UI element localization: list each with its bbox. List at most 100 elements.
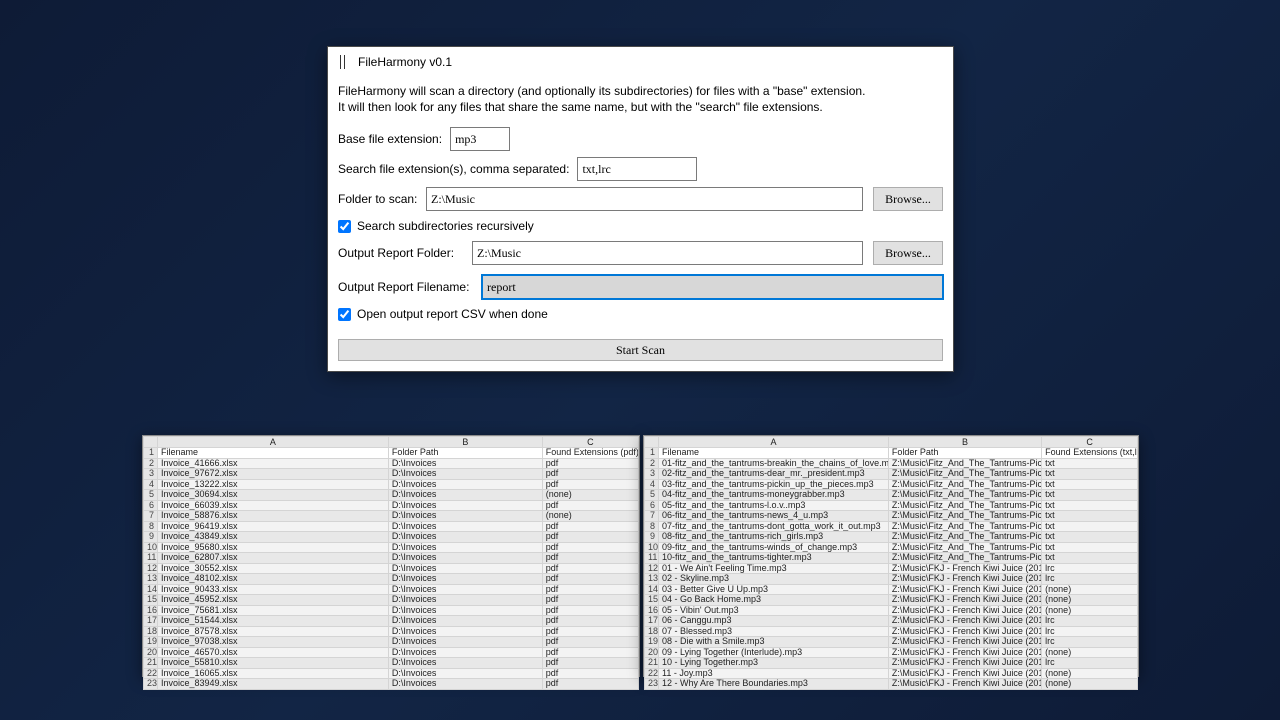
data-cell[interactable]: Z:\Music\FKJ - French Kiwi Juice (2017) — [888, 679, 1041, 690]
data-cell[interactable]: pdf — [542, 500, 638, 511]
data-cell[interactable]: pdf — [542, 605, 638, 616]
data-cell[interactable]: 08 - Die with a Smile.mp3 — [659, 637, 889, 648]
row-number[interactable]: 1 — [645, 448, 659, 459]
header-cell[interactable]: Filename — [659, 448, 889, 459]
data-cell[interactable]: D:\Invoices — [388, 626, 542, 637]
data-cell[interactable]: pdf — [542, 553, 638, 564]
row-number[interactable]: 6 — [645, 500, 659, 511]
data-cell[interactable]: Invoice_13222.xlsx — [158, 479, 389, 490]
data-cell[interactable]: pdf — [542, 616, 638, 627]
data-cell[interactable]: 03 - Better Give U Up.mp3 — [659, 584, 889, 595]
maximize-button[interactable]:  — [861, 47, 906, 77]
row-number[interactable]: 7 — [645, 511, 659, 522]
row-number[interactable]: 13 — [144, 574, 158, 585]
data-cell[interactable]: 05 - Vibin' Out.mp3 — [659, 605, 889, 616]
data-cell[interactable]: (none) — [542, 511, 638, 522]
row-number[interactable]: 12 — [144, 563, 158, 574]
data-cell[interactable]: D:\Invoices — [388, 469, 542, 480]
row-number[interactable]: 10 — [144, 542, 158, 553]
data-cell[interactable]: D:\Invoices — [388, 595, 542, 606]
data-cell[interactable]: pdf — [542, 595, 638, 606]
data-cell[interactable]: 04 - Go Back Home.mp3 — [659, 595, 889, 606]
data-cell[interactable]: Z:\Music\Fitz_And_The_Tantrums-Pickin_Up — [888, 521, 1041, 532]
data-cell[interactable]: Invoice_51544.xlsx — [158, 616, 389, 627]
data-cell[interactable]: Z:\Music\Fitz_And_The_Tantrums-Pickin_Up — [888, 553, 1041, 564]
data-cell[interactable]: Z:\Music\Fitz_And_The_Tantrums-Pickin_Up — [888, 511, 1041, 522]
row-number[interactable]: 3 — [144, 469, 158, 480]
data-cell[interactable]: pdf — [542, 647, 638, 658]
data-cell[interactable]: (none) — [1042, 668, 1138, 679]
row-number[interactable]: 23 — [144, 679, 158, 690]
browse-output-button[interactable]: Browse... — [873, 241, 943, 265]
data-cell[interactable]: 09-fitz_and_the_tantrums-winds_of_change… — [659, 542, 889, 553]
data-cell[interactable]: Z:\Music\Fitz_And_The_Tantrums-Pickin_Up — [888, 490, 1041, 501]
data-cell[interactable]: D:\Invoices — [388, 658, 542, 669]
data-cell[interactable]: Invoice_96419.xlsx — [158, 521, 389, 532]
data-cell[interactable]: D:\Invoices — [388, 668, 542, 679]
data-cell[interactable]: D:\Invoices — [388, 647, 542, 658]
data-cell[interactable]: Z:\Music\FKJ - French Kiwi Juice (2017) — [888, 605, 1041, 616]
col-letter[interactable]: B — [388, 437, 542, 448]
row-number[interactable]: 6 — [144, 500, 158, 511]
data-cell[interactable]: txt — [1042, 542, 1138, 553]
titlebar[interactable]: FileHarmony v0.1    — [328, 47, 953, 77]
row-number[interactable]: 20 — [645, 647, 659, 658]
data-cell[interactable]: (none) — [1042, 584, 1138, 595]
data-cell[interactable]: 10 - Lying Together.mp3 — [659, 658, 889, 669]
base-ext-input[interactable] — [450, 127, 510, 151]
data-cell[interactable]: D:\Invoices — [388, 458, 542, 469]
data-cell[interactable]: txt — [1042, 469, 1138, 480]
folder-input[interactable] — [426, 187, 863, 211]
data-cell[interactable]: 02 - Skyline.mp3 — [659, 574, 889, 585]
open-csv-checkbox[interactable] — [338, 308, 351, 321]
data-cell[interactable]: Z:\Music\FKJ - French Kiwi Juice (2017) — [888, 574, 1041, 585]
data-cell[interactable]: 02-fitz_and_the_tantrums-dear_mr._presid… — [659, 469, 889, 480]
row-number[interactable]: 5 — [144, 490, 158, 501]
row-number[interactable]: 11 — [645, 553, 659, 564]
row-number[interactable]: 22 — [144, 668, 158, 679]
data-cell[interactable]: Invoice_16065.xlsx — [158, 668, 389, 679]
data-cell[interactable]: txt — [1042, 553, 1138, 564]
header-cell[interactable]: Found Extensions (txt,lrc) — [1042, 448, 1138, 459]
row-number[interactable]: 7 — [144, 511, 158, 522]
data-cell[interactable]: 09 - Lying Together (Interlude).mp3 — [659, 647, 889, 658]
data-cell[interactable]: pdf — [542, 574, 638, 585]
data-cell[interactable]: (none) — [1042, 595, 1138, 606]
data-cell[interactable]: txt — [1042, 458, 1138, 469]
data-cell[interactable]: 06-fitz_and_the_tantrums-news_4_u.mp3 — [659, 511, 889, 522]
row-number[interactable]: 19 — [645, 637, 659, 648]
data-cell[interactable]: 12 - Why Are There Boundaries.mp3 — [659, 679, 889, 690]
data-cell[interactable]: Invoice_75681.xlsx — [158, 605, 389, 616]
header-cell[interactable]: Folder Path — [388, 448, 542, 459]
spreadsheet-left-table[interactable]: A B C 1FilenameFolder PathFound Extensio… — [143, 436, 639, 690]
col-letter[interactable]: A — [158, 437, 389, 448]
data-cell[interactable]: Invoice_30694.xlsx — [158, 490, 389, 501]
header-cell[interactable]: Filename — [158, 448, 389, 459]
data-cell[interactable]: D:\Invoices — [388, 479, 542, 490]
row-number[interactable]: 21 — [144, 658, 158, 669]
output-folder-input[interactable] — [472, 241, 863, 265]
data-cell[interactable]: D:\Invoices — [388, 637, 542, 648]
row-number[interactable]: 14 — [144, 584, 158, 595]
data-cell[interactable]: 06 - Canggu.mp3 — [659, 616, 889, 627]
start-scan-button[interactable]: Start Scan — [338, 339, 943, 361]
data-cell[interactable]: Invoice_41666.xlsx — [158, 458, 389, 469]
data-cell[interactable]: (none) — [1042, 647, 1138, 658]
row-number[interactable]: 13 — [645, 574, 659, 585]
close-button[interactable]:  — [906, 47, 951, 77]
data-cell[interactable]: Invoice_97672.xlsx — [158, 469, 389, 480]
data-cell[interactable]: pdf — [542, 563, 638, 574]
data-cell[interactable]: Z:\Music\Fitz_And_The_Tantrums-Pickin_Up — [888, 469, 1041, 480]
data-cell[interactable]: pdf — [542, 637, 638, 648]
header-cell[interactable]: Found Extensions (pdf) — [542, 448, 638, 459]
data-cell[interactable]: Z:\Music\FKJ - French Kiwi Juice (2017) — [888, 595, 1041, 606]
data-cell[interactable]: txt — [1042, 532, 1138, 543]
col-letter[interactable]: B — [888, 437, 1041, 448]
data-cell[interactable]: 11 - Joy.mp3 — [659, 668, 889, 679]
data-cell[interactable]: D:\Invoices — [388, 521, 542, 532]
data-cell[interactable]: txt — [1042, 500, 1138, 511]
data-cell[interactable]: Z:\Music\FKJ - French Kiwi Juice (2017) — [888, 626, 1041, 637]
data-cell[interactable]: 07-fitz_and_the_tantrums-dont_gotta_work… — [659, 521, 889, 532]
browse-folder-button[interactable]: Browse... — [873, 187, 943, 211]
row-number[interactable]: 16 — [645, 605, 659, 616]
